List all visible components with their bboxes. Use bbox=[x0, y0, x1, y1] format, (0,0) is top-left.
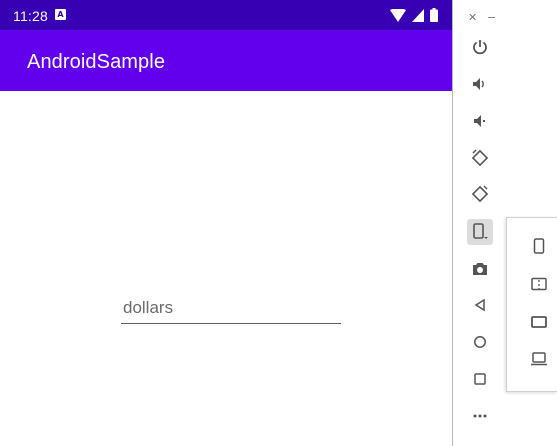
power-button[interactable] bbox=[467, 34, 493, 60]
overview-icon bbox=[473, 372, 487, 386]
battery-icon bbox=[430, 8, 438, 27]
tablet-posture-button[interactable] bbox=[527, 312, 551, 336]
laptop-posture-icon bbox=[530, 351, 548, 371]
rotate-left-icon bbox=[471, 149, 489, 167]
wifi-icon bbox=[390, 7, 406, 27]
emulator-screen: 11:28 A AndroidSample bbox=[0, 0, 453, 446]
app-bar: AndroidSample bbox=[0, 30, 452, 91]
half-open-posture-icon bbox=[531, 277, 547, 296]
rotate-right-icon bbox=[471, 185, 489, 203]
volume-up-icon bbox=[472, 77, 488, 91]
overview-button[interactable] bbox=[467, 366, 493, 392]
emulator-toolbar: ✕ − bbox=[456, 0, 502, 446]
notification-icon: A bbox=[55, 9, 66, 20]
posture-flyout bbox=[506, 217, 557, 392]
signal-icon bbox=[412, 8, 424, 27]
more-button[interactable] bbox=[467, 403, 493, 429]
tablet-posture-icon bbox=[531, 315, 547, 333]
status-time: 11:28 bbox=[13, 8, 48, 24]
status-icons bbox=[390, 7, 438, 27]
volume-down-button[interactable] bbox=[467, 108, 493, 134]
home-button[interactable] bbox=[467, 329, 493, 355]
fold-device-icon bbox=[472, 223, 488, 241]
back-button[interactable] bbox=[467, 292, 493, 318]
rotate-left-button[interactable] bbox=[467, 145, 493, 171]
more-icon bbox=[473, 413, 487, 419]
status-bar: 11:28 A bbox=[0, 0, 452, 30]
phone-posture-button[interactable] bbox=[527, 236, 551, 260]
dollars-field-container bbox=[121, 296, 343, 324]
half-open-posture-button[interactable] bbox=[527, 274, 551, 298]
camera-icon bbox=[472, 262, 488, 276]
back-icon bbox=[473, 298, 487, 312]
dollars-input[interactable] bbox=[121, 296, 343, 320]
close-icon[interactable]: ✕ bbox=[468, 11, 477, 24]
camera-button[interactable] bbox=[467, 256, 493, 282]
home-icon bbox=[473, 335, 487, 349]
volume-up-button[interactable] bbox=[467, 71, 493, 97]
laptop-posture-button[interactable] bbox=[527, 349, 551, 373]
fold-device-button[interactable] bbox=[467, 219, 493, 245]
rotate-right-button[interactable] bbox=[467, 181, 493, 207]
power-icon bbox=[472, 39, 488, 55]
phone-posture-icon bbox=[533, 237, 545, 259]
minimize-icon[interactable]: − bbox=[487, 11, 496, 24]
app-title: AndroidSample bbox=[27, 51, 166, 73]
volume-down-icon bbox=[473, 114, 487, 128]
